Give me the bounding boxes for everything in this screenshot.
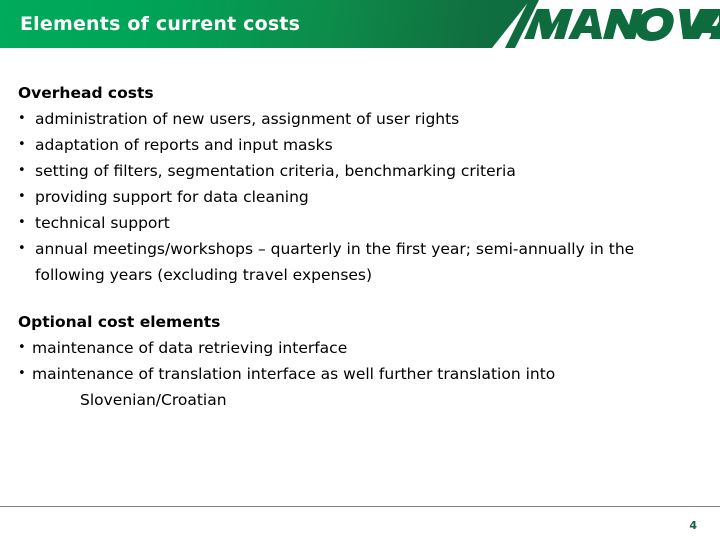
- list-item-label: annual meetings/workshops – quarterly in…: [35, 240, 635, 284]
- list-item-label: technical support: [35, 214, 170, 232]
- page-title: Elements of current costs: [20, 13, 301, 35]
- list-item: • annual meetings/workshops – quarterly …: [18, 236, 708, 288]
- bullet-list: • administration of new users, assignmen…: [18, 106, 708, 288]
- bullet-marker-icon: •: [18, 340, 26, 355]
- list-item-label: adaptation of reports and input masks: [35, 136, 333, 154]
- bullet-marker-icon: •: [18, 215, 26, 230]
- list-item-label: setting of filters, segmentation criteri…: [35, 162, 516, 180]
- slide-header: Elements of current costs: [0, 0, 720, 48]
- list-item-label: administration of new users, assignment …: [35, 110, 460, 128]
- bullet-marker-icon: •: [18, 241, 26, 256]
- list-item-label: providing support for data cleaning: [35, 188, 309, 206]
- manova-logo: [505, 0, 720, 48]
- section-heading: Optional cost elements: [18, 313, 221, 331]
- list-item-label: maintenance of data retrieving interface: [32, 339, 348, 357]
- footer-divider: [0, 506, 720, 507]
- list-item: • providing support for data cleaning: [18, 184, 708, 210]
- section-overhead-costs: Overhead costs • administration of new u…: [18, 80, 708, 288]
- list-item: • maintenance of translation interface a…: [18, 361, 708, 387]
- list-item-continuation: Slovenian/Croatian: [80, 391, 227, 409]
- list-item: • administration of new users, assignmen…: [18, 106, 708, 132]
- section-heading: Overhead costs: [18, 84, 154, 102]
- list-item: • adaptation of reports and input masks: [18, 132, 708, 158]
- bullet-marker-icon: •: [18, 111, 26, 126]
- logo-wordmark: [523, 7, 720, 41]
- page-number: 4: [689, 519, 697, 532]
- list-item-label: maintenance of translation interface as …: [32, 365, 556, 383]
- list-item: • technical support: [18, 210, 708, 236]
- section-optional-cost-elements: Optional cost elements • maintenance of …: [18, 309, 708, 413]
- bullet-list: • maintenance of data retrieving interfa…: [18, 335, 708, 413]
- slide-body: Overhead costs • administration of new u…: [0, 48, 720, 498]
- list-item: • maintenance of data retrieving interfa…: [18, 335, 708, 361]
- bullet-marker-icon: •: [18, 163, 26, 178]
- bullet-marker-icon: •: [18, 137, 26, 152]
- bullet-marker-icon: •: [18, 366, 26, 381]
- bullet-marker-icon: •: [18, 189, 26, 204]
- list-item: • setting of filters, segmentation crite…: [18, 158, 708, 184]
